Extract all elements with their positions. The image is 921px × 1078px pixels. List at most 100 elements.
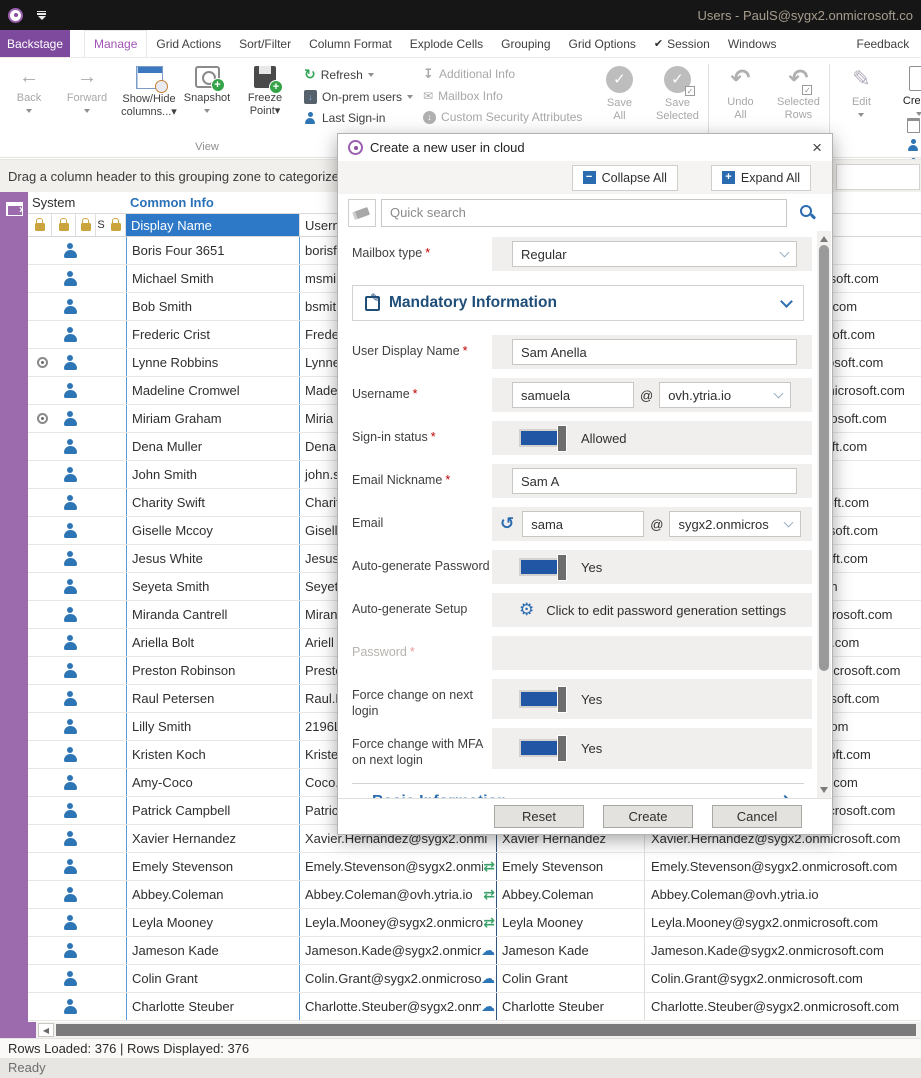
- local-part-input[interactable]: samuela: [512, 382, 634, 408]
- toggle-switch[interactable]: [519, 690, 563, 708]
- last-sign-in-button[interactable]: Last Sign-in: [304, 111, 413, 125]
- toggle-switch[interactable]: [519, 429, 563, 447]
- scroll-down-arrow[interactable]: [820, 787, 828, 793]
- grid-search-box[interactable]: [836, 164, 920, 190]
- caret-down-icon: [204, 109, 210, 113]
- dialog-scrollbar-thumb[interactable]: [819, 245, 829, 671]
- cancel-button[interactable]: Cancel: [712, 805, 802, 828]
- tab-windows[interactable]: Windows: [719, 30, 786, 57]
- reset-button[interactable]: Reset: [494, 805, 584, 828]
- chevron-right-icon: [778, 794, 792, 798]
- text-input[interactable]: Sam A: [512, 468, 797, 494]
- lock-column-header[interactable]: [76, 214, 96, 236]
- field-label: Sign-in status: [352, 421, 492, 455]
- table-row[interactable]: Colin GrantColin.Grant@sygx2.onmicrosof☁…: [28, 965, 921, 993]
- tab-sort-filter[interactable]: Sort/Filter: [230, 30, 300, 57]
- local-part-input[interactable]: sama: [522, 511, 644, 537]
- dialog-scrollbar[interactable]: [817, 231, 831, 798]
- back-button[interactable]: ← Back: [0, 58, 58, 113]
- user-type-cell: [56, 377, 84, 404]
- group-header-system[interactable]: System: [28, 192, 126, 213]
- view-group-label: View: [120, 141, 294, 157]
- s-column-header[interactable]: S: [96, 214, 106, 236]
- gear-action-label[interactable]: Click to edit password generation settin…: [546, 603, 786, 618]
- field-control: Yes: [492, 728, 812, 768]
- save-selected-button[interactable]: ✓✓SaveSelected: [648, 58, 706, 122]
- tab-feedback[interactable]: Feedback: [848, 30, 919, 57]
- create-button[interactable]: Create: [603, 805, 693, 828]
- dialog-close-button[interactable]: ×: [812, 139, 822, 156]
- group-divider: [708, 64, 709, 135]
- tab-backstage[interactable]: Backstage: [0, 30, 70, 57]
- table-row[interactable]: Leyla MooneyLeyla.Mooney@sygx2.onmicros⇄…: [28, 909, 921, 937]
- tab-grouping[interactable]: Grouping: [492, 30, 559, 57]
- expand-all-button[interactable]: + Expand All: [711, 165, 811, 191]
- gear-icon[interactable]: ⚙: [519, 600, 534, 620]
- scroll-left-arrow[interactable]: ◀: [38, 1023, 54, 1037]
- lock-cells: [84, 881, 126, 908]
- tab-column-format[interactable]: Column Format: [300, 30, 401, 57]
- additional-info-button[interactable]: ↧Additional Info: [423, 66, 582, 82]
- search-button[interactable]: [792, 199, 822, 227]
- scroll-up-arrow[interactable]: [820, 236, 828, 242]
- edit-button[interactable]: ✎Edit: [832, 58, 890, 117]
- clear-search-button[interactable]: [348, 199, 376, 227]
- grid-side-strip[interactable]: ›: [0, 192, 28, 1038]
- custom-security-attributes-button[interactable]: ↓Custom Security Attributes: [423, 110, 582, 124]
- table-row[interactable]: Emely StevensonEmely.Stevenson@sygx2.onm…: [28, 853, 921, 881]
- toggle-switch[interactable]: [519, 558, 563, 576]
- on-prem-users-button[interactable]: ↓On-prem users: [304, 90, 413, 104]
- refresh-button[interactable]: ↻Refresh: [304, 66, 413, 83]
- undo-all-button[interactable]: ↶UndoAll: [711, 58, 769, 121]
- row-marker-cell: [28, 713, 56, 740]
- undo-icon[interactable]: ↺: [500, 514, 514, 534]
- save-all-button[interactable]: ✓SaveAll: [590, 58, 648, 122]
- scrollbar-thumb[interactable]: [56, 1024, 916, 1036]
- person-icon: [63, 411, 78, 426]
- table-row[interactable]: Jameson KadeJameson.Kade@sygx2.onmicro☁J…: [28, 937, 921, 965]
- cloud-icon: ☁: [481, 998, 495, 1015]
- delete-user-icon[interactable]: [907, 118, 920, 133]
- table-row[interactable]: Charlotte SteuberCharlotte.Steuber@sygx2…: [28, 993, 921, 1021]
- freeze-point-icon: +: [254, 66, 276, 88]
- display-name-cell: Boris Four 3651: [126, 237, 300, 264]
- item-label: Last Sign-in: [322, 111, 385, 125]
- lock-column-header[interactable]: [52, 214, 76, 236]
- tab-explode-cells[interactable]: Explode Cells: [401, 30, 492, 57]
- user-type-cell: [56, 769, 84, 796]
- selected-rows-button[interactable]: ↶✓SelectedRows: [769, 58, 827, 121]
- freeze-button[interactable]: +FreezePoint▾: [236, 58, 294, 117]
- tab-session[interactable]: ✔Session: [645, 30, 719, 57]
- display-name-2-cell: Charlotte Steuber: [497, 993, 645, 1020]
- user-type-cell: [56, 657, 84, 684]
- snapshot-button[interactable]: +Snapshot: [178, 58, 236, 113]
- email-cell: Jameson.Kade@sygx2.onmicrosoft.com: [645, 937, 921, 964]
- domain-value: sygx2.onmicros: [678, 517, 768, 532]
- toggle-switch[interactable]: [519, 739, 563, 757]
- text-input[interactable]: Sam Anella: [512, 339, 797, 365]
- quick-access-menu-icon[interactable]: [37, 11, 46, 20]
- mailbox-info-button[interactable]: ✉Mailbox Info: [423, 89, 582, 103]
- column-header-display-name[interactable]: Display Name: [126, 214, 300, 236]
- tab-manage[interactable]: Manage: [84, 30, 147, 57]
- display-name-cell: Frederic Crist: [126, 321, 300, 348]
- mandatory-information-section[interactable]: Mandatory Information: [352, 285, 804, 321]
- show-hide-button[interactable]: Show/Hidecolumns...▾: [120, 58, 178, 118]
- lock-column-header[interactable]: [28, 214, 52, 236]
- user-type-cell: [56, 825, 84, 852]
- email-cell: Emely.Stevenson@sygx2.onmicrosoft.com: [645, 853, 921, 880]
- tab-grid-options[interactable]: Grid Options: [560, 30, 645, 57]
- table-row[interactable]: Abbey.ColemanAbbey.Coleman@ovh.ytria.io⇄…: [28, 881, 921, 909]
- basic-information-section[interactable]: Basic Information: [352, 783, 804, 799]
- horizontal-scrollbar[interactable]: ◀: [0, 1022, 921, 1038]
- add-user-icon[interactable]: [907, 139, 920, 152]
- lock-column-header[interactable]: [106, 214, 126, 236]
- domain-select[interactable]: sygx2.onmicros: [669, 511, 801, 537]
- create-button[interactable]: +Create: [890, 58, 921, 116]
- domain-select[interactable]: ovh.ytria.io: [659, 382, 791, 408]
- quick-search-input[interactable]: [381, 199, 787, 227]
- forward-button[interactable]: → Forward: [58, 58, 116, 113]
- tab-grid-actions[interactable]: Grid Actions: [147, 30, 230, 57]
- mailbox-type-select[interactable]: Regular: [512, 241, 797, 267]
- collapse-all-button[interactable]: − Collapse All: [572, 165, 678, 191]
